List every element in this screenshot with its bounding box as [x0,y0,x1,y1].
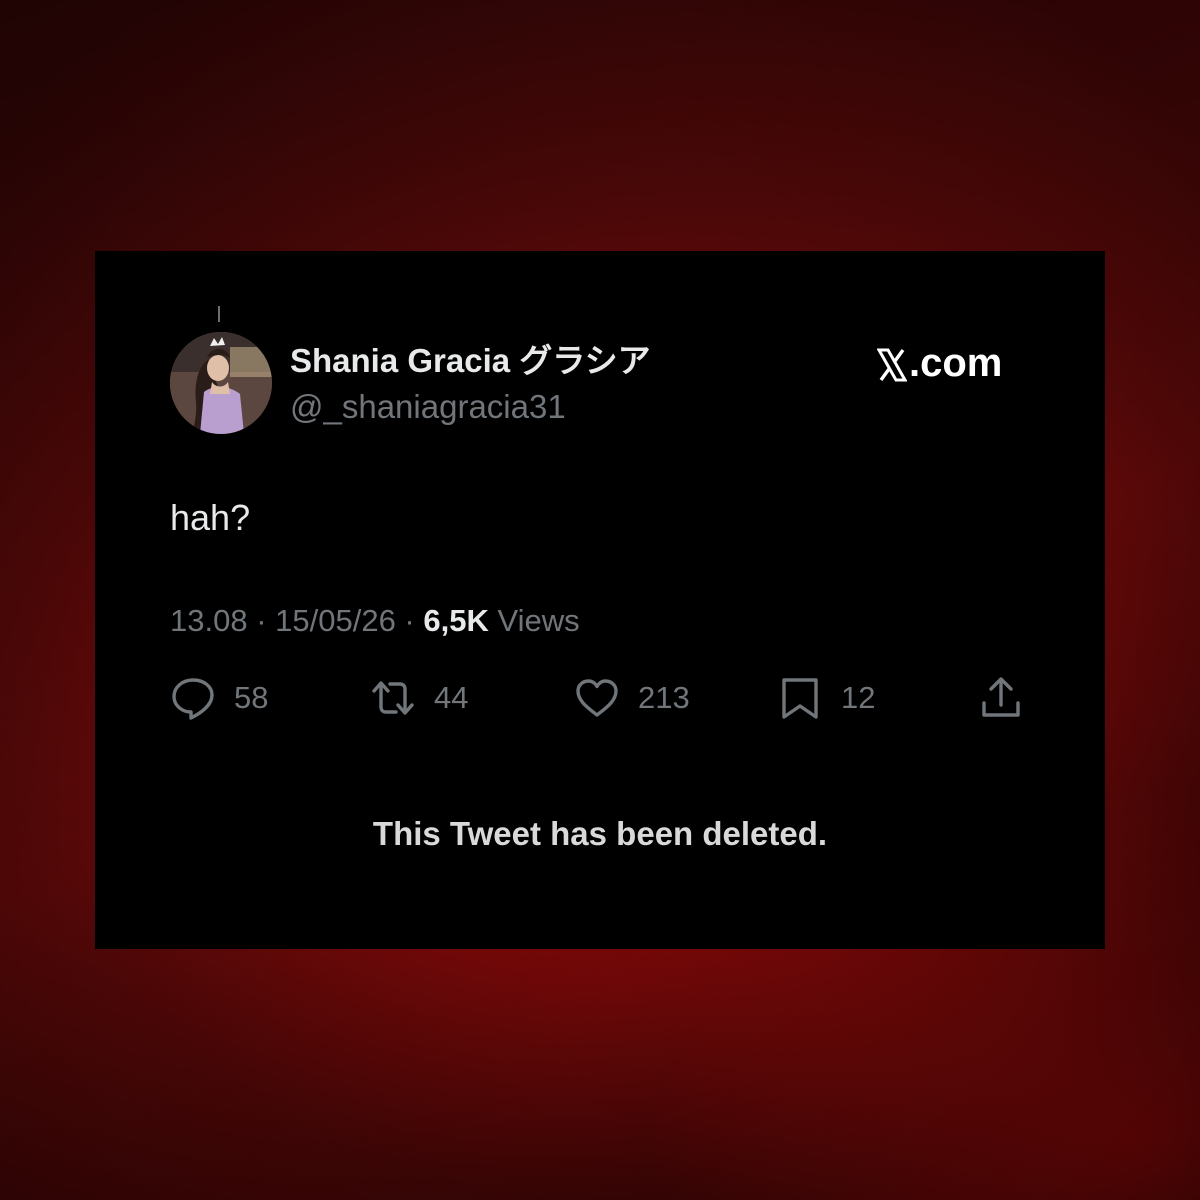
reply-icon [170,675,216,721]
tweet-metadata: 13.08 · 15/05/26 · 6,5K Views [170,600,580,642]
retweet-count: 44 [434,680,469,715]
brand-domain: .com [909,341,1003,385]
heart-icon [574,675,620,721]
meta-separator: · [395,603,424,638]
views-count: 6,5K [423,603,489,638]
views-label: Views [497,603,580,638]
share-icon [978,675,1024,721]
tweet-date[interactable]: 15/05/26 [275,603,396,638]
brand-logo: .com [876,340,1003,386]
retweet-button[interactable]: 44 [370,672,468,724]
bookmark-count: 12 [841,680,876,715]
bookmark-button[interactable]: 12 [777,672,875,724]
deleted-notice: This Tweet has been deleted. [372,815,828,852]
bookmark-icon [777,675,823,721]
meta-separator: · [247,603,276,638]
avatar[interactable] [170,332,272,434]
like-button[interactable]: 213 [574,672,690,724]
retweet-icon [370,675,416,721]
thread-connector-line [218,306,220,322]
share-button[interactable] [978,672,1024,724]
like-count: 213 [638,680,690,715]
reply-button[interactable]: 58 [170,672,268,724]
tweet-text: hah? [170,497,251,538]
x-logo-icon [876,346,908,382]
reply-count: 58 [234,680,269,715]
display-name[interactable]: Shania Gracia グラシア [290,340,651,382]
user-handle[interactable]: @_shaniagracia31 [290,387,566,427]
tweet-time[interactable]: 13.08 [170,603,248,638]
